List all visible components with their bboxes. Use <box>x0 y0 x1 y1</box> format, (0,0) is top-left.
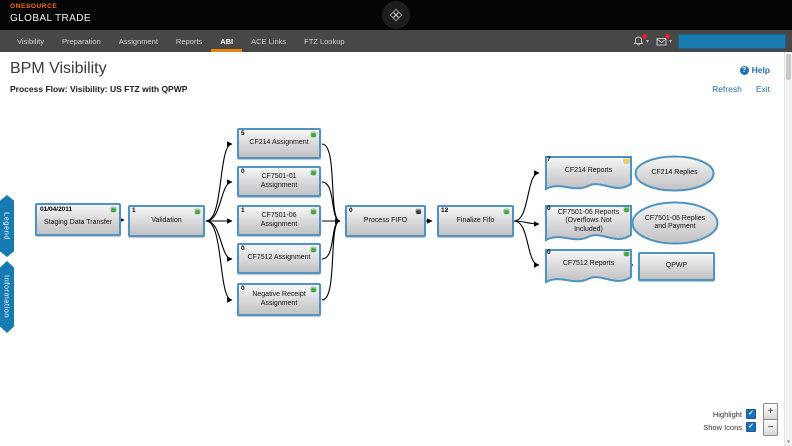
status-green-icon <box>311 132 316 137</box>
show-icons-label: Show Icons <box>703 423 742 432</box>
nav-right-tools: ▾ ▾ <box>632 30 786 52</box>
highlight-option: Highlight ✓ <box>713 409 756 419</box>
messages-badge <box>665 34 670 39</box>
node-label: CF7501-06 Assignment <box>239 207 319 234</box>
flow-node-cf7512-reports[interactable]: 0 CF7512 Reports <box>545 249 632 287</box>
zoom-in-button[interactable]: + <box>763 403 778 420</box>
node-label: Finalize Fifo <box>439 207 512 235</box>
show-icons-checkbox[interactable]: ✓ <box>746 422 756 432</box>
flow-connectors <box>0 52 792 446</box>
flow-node-negative-receipt-assignment[interactable]: 0 Negative Receipt Assignment <box>237 283 321 316</box>
node-label: Process FIFO <box>347 207 424 235</box>
status-green-icon <box>111 207 116 212</box>
node-label-line2: (Overflows Not Included) <box>550 217 627 233</box>
node-count: 0 <box>241 285 245 292</box>
main-navbar: Visibility Preparation Assignment Report… <box>0 30 792 52</box>
node-count: 1 <box>241 207 245 214</box>
flow-node-process-fifo[interactable]: 0 Process FIFO <box>345 205 426 237</box>
node-count: 0 <box>547 205 551 212</box>
flow-node-cf214-reports[interactable]: 7 CF214 Reports <box>545 156 632 194</box>
node-label: CF7501-06 Replies and Payment <box>631 201 719 245</box>
status-green-icon <box>311 247 316 252</box>
vertical-scrollbar[interactable]: ▾ <box>784 52 792 446</box>
highlight-checkbox[interactable]: ✓ <box>746 409 756 419</box>
status-green-icon <box>624 207 629 212</box>
status-dark-icon <box>416 209 421 214</box>
diagram-options: Highlight ✓ Show Icons ✓ <box>703 409 756 432</box>
top-app-bar: ONESOURCE GLOBAL TRADE <box>0 0 792 30</box>
node-label-line1: CF7501-06 Reports <box>558 209 619 217</box>
node-label: CF214 Reports <box>545 156 632 194</box>
status-green-icon <box>311 287 316 292</box>
node-count: 7 <box>547 156 551 163</box>
flow-node-validation[interactable]: 1 Validation <box>128 205 205 237</box>
node-label: CF7501-06 Reports (Overflows Not Include… <box>545 205 632 245</box>
process-flow-diagram: 01/04/2011 Staging Data Transfer 1 Valid… <box>0 52 792 446</box>
node-label: CF7512 Reports <box>545 249 632 287</box>
node-label: CF7512 Assignment <box>239 245 319 272</box>
nav-items: Visibility Preparation Assignment Report… <box>8 30 354 52</box>
global-search-input[interactable] <box>678 34 786 49</box>
status-green-icon <box>311 170 316 175</box>
status-green-icon <box>311 209 316 214</box>
envelope-icon <box>655 35 668 48</box>
status-green-icon <box>195 209 200 214</box>
node-count: 0 <box>241 245 245 252</box>
app-switcher-button[interactable] <box>382 1 410 29</box>
nav-item-preparation[interactable]: Preparation <box>53 30 110 52</box>
nav-item-visibility[interactable]: Visibility <box>8 30 53 52</box>
messages-button[interactable]: ▾ <box>655 35 672 48</box>
status-yellow-icon <box>624 158 629 163</box>
flow-node-qpwp[interactable]: QPWP <box>638 252 715 281</box>
flow-node-cf7501-06-replies-and-payment[interactable]: CF7501-06 Replies and Payment <box>631 201 719 245</box>
nav-item-abi[interactable]: ABI <box>211 30 242 52</box>
zoom-out-button[interactable]: − <box>763 419 778 436</box>
alerts-button[interactable]: ▾ <box>632 35 649 48</box>
node-label: QPWP <box>640 254 713 279</box>
nav-item-ftz-lookup[interactable]: FTZ Lookup <box>295 30 353 52</box>
node-label: Negative Receipt Assignment <box>239 285 319 314</box>
chevron-down-icon: ▾ <box>669 38 672 45</box>
node-count: 0 <box>349 207 353 214</box>
flow-node-cf214-assignment[interactable]: 5 CF214 Assignment <box>237 128 321 159</box>
status-green-icon <box>624 251 629 256</box>
show-icons-option: Show Icons ✓ <box>703 422 756 432</box>
zoom-control: + − <box>763 403 778 436</box>
node-label: Staging Data Transfer <box>37 205 119 234</box>
alerts-badge <box>642 34 647 39</box>
flow-node-cf7501-06-assignment[interactable]: 1 CF7501-06 Assignment <box>237 205 321 236</box>
brand-global-trade: GLOBAL TRADE <box>10 14 91 24</box>
brand-logo: ONESOURCE GLOBAL TRADE <box>10 4 91 24</box>
status-green-icon <box>504 209 509 214</box>
nav-item-assignment[interactable]: Assignment <box>110 30 167 52</box>
flow-node-cf7512-assignment[interactable]: 0 CF7512 Assignment <box>237 243 321 274</box>
node-count: 12 <box>441 207 448 214</box>
node-count: 0 <box>241 168 245 175</box>
bell-icon <box>632 35 645 48</box>
node-count: 5 <box>241 130 245 137</box>
nav-item-reports[interactable]: Reports <box>167 30 211 52</box>
flow-node-finalize-fifo[interactable]: 12 Finalize Fifo <box>437 205 514 237</box>
node-count: 1 <box>132 207 136 214</box>
node-label: CF214 Replies <box>634 155 715 192</box>
scrollbar-thumb[interactable] <box>786 54 791 80</box>
node-label: Validation <box>130 207 203 235</box>
flow-node-cf214-replies[interactable]: CF214 Replies <box>634 155 715 192</box>
app-grid-icon <box>388 7 404 23</box>
highlight-label: Highlight <box>713 410 742 419</box>
nav-item-ace-links[interactable]: ACE Links <box>242 30 295 52</box>
node-count: 0 <box>547 249 551 256</box>
scroll-down-arrow-icon[interactable]: ▾ <box>785 439 792 445</box>
flow-node-cf7501-01-assignment[interactable]: 0 CF7501-01 Assignment <box>237 166 321 197</box>
flow-node-cf7501-06-reports[interactable]: 0 CF7501-06 Reports (Overflows Not Inclu… <box>545 205 632 245</box>
node-label: CF7501-01 Assignment <box>239 168 319 195</box>
flow-node-staging-data-transfer[interactable]: 01/04/2011 Staging Data Transfer <box>35 203 121 236</box>
chevron-down-icon: ▾ <box>646 38 649 45</box>
node-label: CF214 Assignment <box>239 130 319 157</box>
brand-onesource: ONESOURCE <box>10 4 91 11</box>
